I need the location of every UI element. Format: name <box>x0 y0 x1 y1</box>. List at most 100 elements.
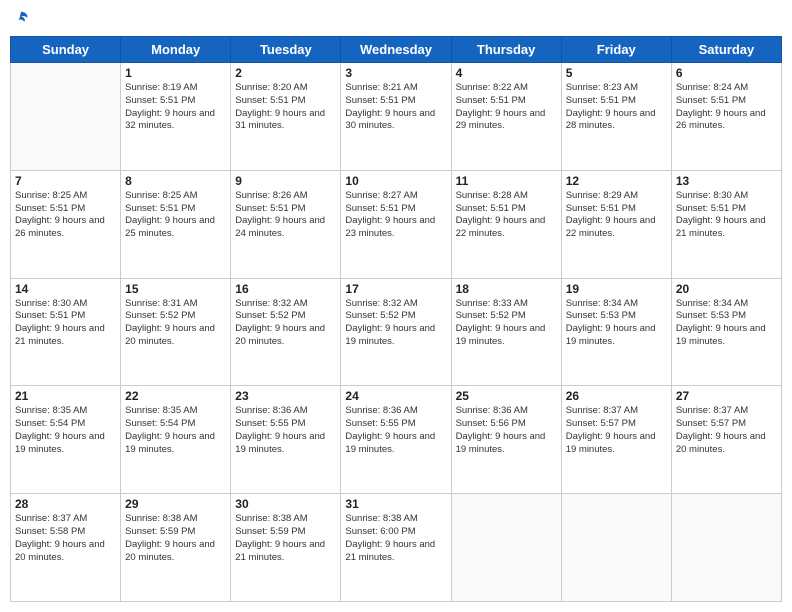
calendar-cell: 31Sunrise: 8:38 AMSunset: 6:00 PMDayligh… <box>341 494 451 602</box>
day-number: 21 <box>15 389 116 403</box>
day-number: 17 <box>345 282 446 296</box>
day-number: 24 <box>345 389 446 403</box>
cell-info: Sunrise: 8:37 AMSunset: 5:57 PMDaylight:… <box>566 405 667 456</box>
calendar-cell: 16 Sunrise: 8:32 AMSunset: 5:52 PMDayligh… <box>231 278 341 386</box>
day-number: 25 <box>456 389 557 403</box>
cell-info: Sunrise: 8:24 AMSunset: 5:51 PMDaylight:… <box>676 82 777 133</box>
calendar-cell: 3 Sunrise: 8:21 AMSunset: 5:51 PMDaylight… <box>341 63 451 171</box>
calendar-cell: 22Sunrise: 8:35 AMSunset: 5:54 PMDayligh… <box>121 386 231 494</box>
cell-info: Sunrise: 8:29 AMSunset: 5:51 PMDaylight:… <box>566 190 667 241</box>
day-header-monday: Monday <box>121 37 231 63</box>
day-number: 12 <box>566 174 667 188</box>
calendar-cell: 25 Sunrise: 8:36 AMSunset: 5:56 PMDayligh… <box>451 386 561 494</box>
cell-info: Sunrise: 8:22 AMSunset: 5:51 PMDaylight:… <box>456 82 557 133</box>
calendar-cell: 17 Sunrise: 8:32 AMSunset: 5:52 PMDayligh… <box>341 278 451 386</box>
calendar-cell: 20Sunrise: 8:34 AMSunset: 5:53 PMDayligh… <box>671 278 781 386</box>
cell-info: Sunrise: 8:32 AMSunset: 5:52 PMDaylight:… <box>235 298 336 349</box>
calendar-cell: 24Sunrise: 8:36 AMSunset: 5:55 PMDayligh… <box>341 386 451 494</box>
calendar-cell: 27 Sunrise: 8:37 AMSunset: 5:57 PMDayligh… <box>671 386 781 494</box>
calendar-table: SundayMondayTuesdayWednesdayThursdayFrid… <box>10 36 782 602</box>
calendar-cell: 19 Sunrise: 8:34 AMSunset: 5:53 PMDayligh… <box>561 278 671 386</box>
day-number: 11 <box>456 174 557 188</box>
day-header-saturday: Saturday <box>671 37 781 63</box>
logo-bird-icon <box>12 10 30 28</box>
page: SundayMondayTuesdayWednesdayThursdayFrid… <box>0 0 792 612</box>
cell-info: Sunrise: 8:30 AMSunset: 5:51 PMDaylight:… <box>676 190 777 241</box>
day-number: 15 <box>125 282 226 296</box>
cell-info: Sunrise: 8:20 AMSunset: 5:51 PMDaylight:… <box>235 82 336 133</box>
day-number: 30 <box>235 497 336 511</box>
day-number: 13 <box>676 174 777 188</box>
cell-info: Sunrise: 8:21 AMSunset: 5:51 PMDaylight:… <box>345 82 446 133</box>
calendar-cell: 10Sunrise: 8:27 AMSunset: 5:51 PMDayligh… <box>341 170 451 278</box>
cell-info: Sunrise: 8:34 AMSunset: 5:53 PMDaylight:… <box>566 298 667 349</box>
day-number: 27 <box>676 389 777 403</box>
cell-info: Sunrise: 8:19 AMSunset: 5:51 PMDaylight:… <box>125 82 226 133</box>
day-header-tuesday: Tuesday <box>231 37 341 63</box>
day-number: 1 <box>125 66 226 80</box>
cell-info: Sunrise: 8:23 AMSunset: 5:51 PMDaylight:… <box>566 82 667 133</box>
cell-info: Sunrise: 8:38 AMSunset: 5:59 PMDaylight:… <box>235 513 336 564</box>
calendar-cell <box>561 494 671 602</box>
day-number: 9 <box>235 174 336 188</box>
calendar-cell <box>671 494 781 602</box>
calendar-header-row: SundayMondayTuesdayWednesdayThursdayFrid… <box>11 37 782 63</box>
day-number: 16 <box>235 282 336 296</box>
day-number: 29 <box>125 497 226 511</box>
day-number: 5 <box>566 66 667 80</box>
calendar-cell: 29 Sunrise: 8:38 AMSunset: 5:59 PMDayligh… <box>121 494 231 602</box>
calendar-cell: 1 Sunrise: 8:19 AMSunset: 5:51 PMDaylight… <box>121 63 231 171</box>
day-number: 28 <box>15 497 116 511</box>
day-number: 6 <box>676 66 777 80</box>
calendar-week-2: 7 Sunrise: 8:25 AMSunset: 5:51 PMDaylight… <box>11 170 782 278</box>
day-number: 2 <box>235 66 336 80</box>
cell-info: Sunrise: 8:30 AMSunset: 5:51 PMDaylight:… <box>15 298 116 349</box>
cell-info: Sunrise: 8:37 AMSunset: 5:57 PMDaylight:… <box>676 405 777 456</box>
cell-info: Sunrise: 8:35 AMSunset: 5:54 PMDaylight:… <box>15 405 116 456</box>
calendar-cell <box>451 494 561 602</box>
calendar-cell: 18 Sunrise: 8:33 AMSunset: 5:52 PMDayligh… <box>451 278 561 386</box>
cell-info: Sunrise: 8:33 AMSunset: 5:52 PMDaylight:… <box>456 298 557 349</box>
day-number: 3 <box>345 66 446 80</box>
calendar-cell: 14Sunrise: 8:30 AMSunset: 5:51 PMDayligh… <box>11 278 121 386</box>
calendar-cell: 23 Sunrise: 8:36 AMSunset: 5:55 PMDayligh… <box>231 386 341 494</box>
cell-info: Sunrise: 8:36 AMSunset: 5:55 PMDaylight:… <box>235 405 336 456</box>
logo <box>10 10 30 28</box>
cell-info: Sunrise: 8:38 AMSunset: 6:00 PMDaylight:… <box>345 513 446 564</box>
day-number: 20 <box>676 282 777 296</box>
day-number: 4 <box>456 66 557 80</box>
calendar-cell: 5 Sunrise: 8:23 AMSunset: 5:51 PMDaylight… <box>561 63 671 171</box>
cell-info: Sunrise: 8:28 AMSunset: 5:51 PMDaylight:… <box>456 190 557 241</box>
cell-info: Sunrise: 8:27 AMSunset: 5:51 PMDaylight:… <box>345 190 446 241</box>
calendar-cell: 8Sunrise: 8:25 AMSunset: 5:51 PMDaylight… <box>121 170 231 278</box>
day-number: 18 <box>456 282 557 296</box>
calendar-cell: 13 Sunrise: 8:30 AMSunset: 5:51 PMDayligh… <box>671 170 781 278</box>
cell-info: Sunrise: 8:38 AMSunset: 5:59 PMDaylight:… <box>125 513 226 564</box>
cell-info: Sunrise: 8:25 AMSunset: 5:51 PMDaylight:… <box>15 190 116 241</box>
calendar-cell <box>11 63 121 171</box>
calendar-cell: 26Sunrise: 8:37 AMSunset: 5:57 PMDayligh… <box>561 386 671 494</box>
calendar-cell: 2 Sunrise: 8:20 AMSunset: 5:51 PMDaylight… <box>231 63 341 171</box>
day-header-sunday: Sunday <box>11 37 121 63</box>
day-number: 22 <box>125 389 226 403</box>
day-number: 19 <box>566 282 667 296</box>
calendar-cell: 6 Sunrise: 8:24 AMSunset: 5:51 PMDaylight… <box>671 63 781 171</box>
calendar-week-3: 14Sunrise: 8:30 AMSunset: 5:51 PMDayligh… <box>11 278 782 386</box>
day-header-wednesday: Wednesday <box>341 37 451 63</box>
calendar-cell: 11 Sunrise: 8:28 AMSunset: 5:51 PMDayligh… <box>451 170 561 278</box>
calendar-cell: 7 Sunrise: 8:25 AMSunset: 5:51 PMDaylight… <box>11 170 121 278</box>
calendar-cell: 21 Sunrise: 8:35 AMSunset: 5:54 PMDayligh… <box>11 386 121 494</box>
cell-info: Sunrise: 8:32 AMSunset: 5:52 PMDaylight:… <box>345 298 446 349</box>
calendar-cell: 4 Sunrise: 8:22 AMSunset: 5:51 PMDaylight… <box>451 63 561 171</box>
day-number: 7 <box>15 174 116 188</box>
cell-info: Sunrise: 8:36 AMSunset: 5:56 PMDaylight:… <box>456 405 557 456</box>
cell-info: Sunrise: 8:26 AMSunset: 5:51 PMDaylight:… <box>235 190 336 241</box>
day-number: 8 <box>125 174 226 188</box>
calendar-week-4: 21 Sunrise: 8:35 AMSunset: 5:54 PMDayligh… <box>11 386 782 494</box>
calendar-cell: 9 Sunrise: 8:26 AMSunset: 5:51 PMDaylight… <box>231 170 341 278</box>
day-header-thursday: Thursday <box>451 37 561 63</box>
day-number: 23 <box>235 389 336 403</box>
calendar-week-5: 28 Sunrise: 8:37 AMSunset: 5:58 PMDayligh… <box>11 494 782 602</box>
cell-info: Sunrise: 8:37 AMSunset: 5:58 PMDaylight:… <box>15 513 116 564</box>
calendar-cell: 30 Sunrise: 8:38 AMSunset: 5:59 PMDayligh… <box>231 494 341 602</box>
